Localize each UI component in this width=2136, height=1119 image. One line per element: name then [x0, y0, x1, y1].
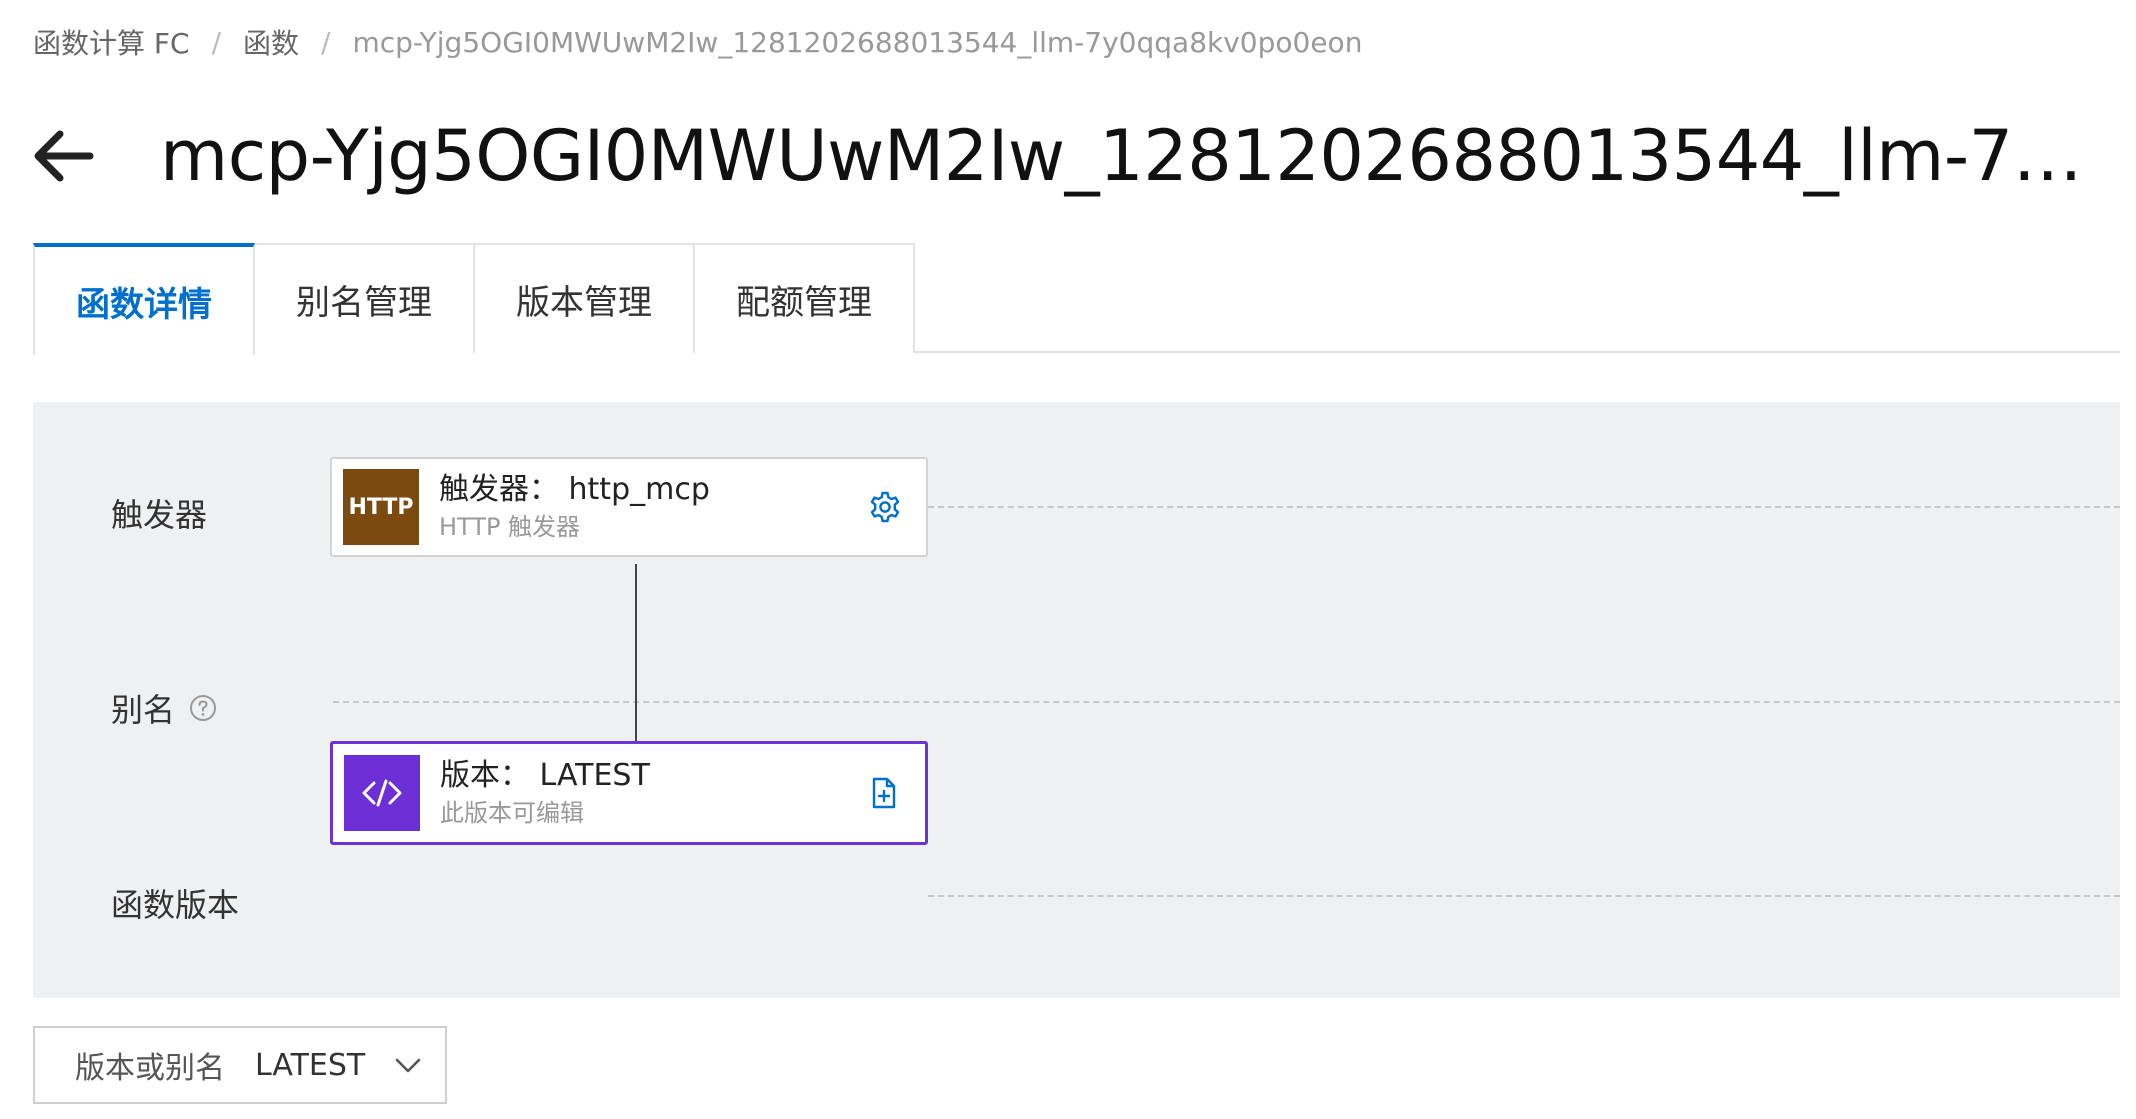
breadcrumb-separator: /: [211, 25, 221, 59]
trigger-node-subtitle: HTTP 触发器: [439, 513, 581, 541]
row-label-version-text: 函数版本: [111, 886, 240, 924]
row-label-trigger: 触发器: [111, 490, 207, 536]
function-detail-page: 函数计算 FC / 函数 / mcp-Yjg5OGI0MWUwM2Iw_1281…: [0, 0, 2136, 1119]
http-badge-icon: HTTP: [343, 469, 419, 545]
row-label-alias-text: 别名: [111, 691, 176, 729]
back-arrow-icon[interactable]: [30, 126, 96, 186]
row-label-version: 函数版本: [111, 880, 239, 926]
function-code-icon: [344, 755, 420, 831]
version-node[interactable]: 版本： LATEST 此版本可编辑: [330, 741, 928, 845]
help-icon[interactable]: [189, 694, 217, 722]
version-alias-select[interactable]: 版本或别名 LATEST: [33, 1026, 447, 1104]
breadcrumb-item-functions[interactable]: 函数: [243, 22, 299, 62]
tab-quota-management[interactable]: 配额管理: [693, 243, 915, 353]
alias-dashed-line: [333, 701, 2120, 703]
tab-version-management[interactable]: 版本管理: [473, 243, 695, 353]
gear-icon[interactable]: [868, 490, 902, 524]
version-dashed-line: [928, 895, 2120, 897]
trigger-node-title: 触发器： http_mcp: [439, 472, 710, 507]
tab-function-details[interactable]: 函数详情: [33, 243, 255, 355]
breadcrumb: 函数计算 FC / 函数 / mcp-Yjg5OGI0MWUwM2Iw_1281…: [33, 22, 1362, 62]
trigger-node[interactable]: HTTP 触发器： http_mcp HTTP 触发器: [330, 457, 928, 557]
page-title: mcp-Yjg5OGI0MWUwM2Iw_1281202688013544_ll…: [160, 115, 2120, 197]
breadcrumb-item-current: mcp-Yjg5OGI0MWUwM2Iw_1281202688013544_ll…: [352, 25, 1363, 59]
function-flow-panel: 触发器 别名 函数版本 HTTP 触发器： http_mcp HTTP 触发器 …: [33, 402, 2120, 998]
row-label-trigger-text: 触发器: [111, 496, 208, 534]
title-row: mcp-Yjg5OGI0MWUwM2Iw_1281202688013544_ll…: [30, 110, 2120, 202]
trigger-dashed-line: [928, 506, 2120, 508]
version-node-text: 版本： LATEST 此版本可编辑: [440, 756, 867, 830]
tab-alias-management[interactable]: 别名管理: [253, 243, 475, 353]
version-alias-select-label: 版本或别名: [75, 1051, 225, 1086]
chevron-down-icon: [395, 1058, 421, 1073]
file-plus-icon[interactable]: [867, 776, 901, 810]
trigger-node-text: 触发器： http_mcp HTTP 触发器: [439, 470, 868, 544]
version-alias-select-value: LATEST: [255, 1047, 366, 1083]
version-node-title: 版本： LATEST: [440, 758, 650, 793]
row-label-alias: 别名: [111, 685, 217, 731]
breadcrumb-separator: /: [321, 25, 331, 59]
version-node-subtitle: 此版本可编辑: [440, 799, 584, 827]
breadcrumb-item-fc[interactable]: 函数计算 FC: [33, 22, 190, 62]
tab-bar: 函数详情 别名管理 版本管理 配额管理: [33, 243, 2120, 355]
